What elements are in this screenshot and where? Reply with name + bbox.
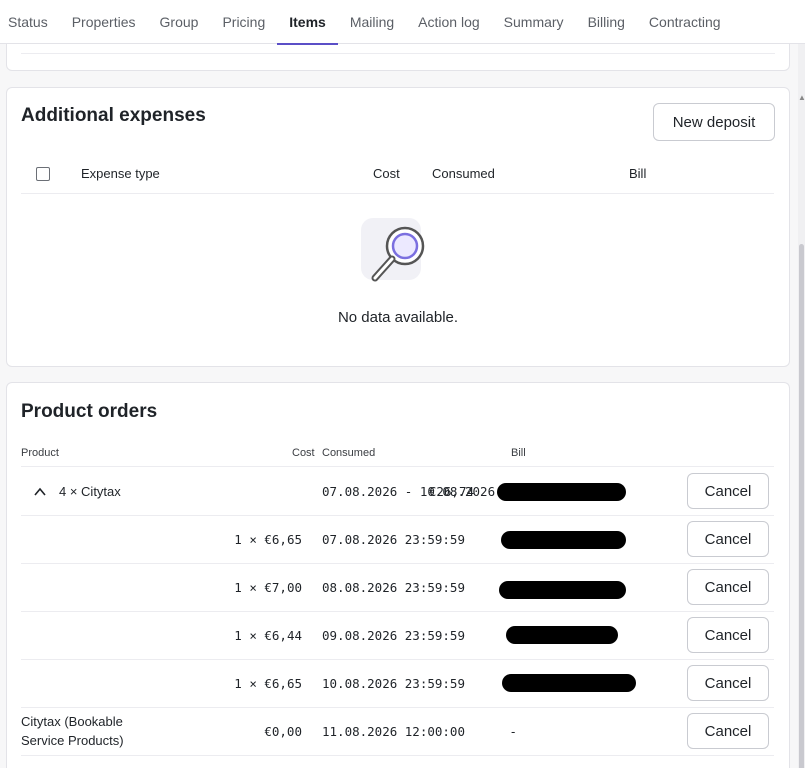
consumed-value: 08.08.2026 23:59:59 [322, 580, 465, 595]
column-bill: Bill [511, 447, 526, 459]
new-deposit-button[interactable]: New deposit [653, 103, 775, 141]
table-row: Citytax (Bookable Service Products) €0,0… [21, 708, 774, 756]
bill-value: - [511, 724, 516, 739]
table-row: 1 × €7,00 08.08.2026 23:59:59 Cancel [21, 564, 774, 612]
tab-mailing[interactable]: Mailing [338, 0, 406, 44]
consumed-value: 07.08.2026 23:59:59 [322, 532, 465, 547]
tab-items[interactable]: Items [277, 0, 338, 45]
table-row: 1 × €6,65 10.08.2026 23:59:59 Cancel [21, 660, 774, 708]
bill-redacted [499, 581, 626, 599]
additional-expenses-card: Additional expenses New deposit Expense … [6, 87, 790, 367]
empty-state-text: No data available. [337, 309, 459, 326]
table-row: 1 × €6,65 07.08.2026 23:59:59 Cancel [21, 516, 774, 564]
cost-value: 1 × €7,00 [234, 580, 302, 595]
cancel-button[interactable]: Cancel [687, 569, 769, 605]
tab-billing[interactable]: Billing [576, 0, 637, 44]
column-consumed[interactable]: Consumed [432, 166, 495, 181]
cancel-button[interactable]: Cancel [687, 617, 769, 653]
product-name-line2: Service Products) [21, 733, 124, 748]
column-cost: Cost [292, 447, 315, 459]
consumed-value: 11.08.2026 12:00:00 [322, 724, 465, 739]
section-title: Product orders [21, 401, 158, 422]
product-orders-card: Product orders Product Cost Consumed Bil… [6, 382, 790, 768]
orders-table-header: Product Cost Consumed Bill [21, 441, 774, 467]
cost-value: 1 × €6,65 [234, 676, 302, 691]
tab-bar: Status Properties Group Pricing Items Ma… [0, 0, 805, 45]
scroll-thumb[interactable] [799, 244, 804, 768]
tab-summary[interactable]: Summary [492, 0, 576, 44]
column-expense-type[interactable]: Expense type [81, 166, 160, 181]
scroll-up-icon[interactable]: ▲ [798, 93, 805, 103]
bill-redacted [501, 531, 626, 549]
cancel-button[interactable]: Cancel [687, 713, 769, 749]
column-bill[interactable]: Bill [629, 166, 646, 181]
tab-group[interactable]: Group [148, 0, 211, 44]
page-scrollbar[interactable]: ▲ [798, 44, 805, 768]
column-cost[interactable]: Cost [373, 166, 400, 181]
product-name-line1: Citytax (Bookable [21, 714, 123, 729]
product-name: 4 × Citytax [59, 484, 121, 499]
cancel-button[interactable]: Cancel [687, 665, 769, 701]
section-title: Additional expenses [21, 105, 206, 126]
table-row: 1 × €6,44 09.08.2026 23:59:59 Cancel [21, 612, 774, 660]
cost-value: 1 × €6,65 [234, 532, 302, 547]
select-all-checkbox[interactable] [36, 167, 50, 181]
cancel-button[interactable]: Cancel [687, 473, 769, 509]
consumed-value: 07.08.2026 - 10.08.2026 [322, 484, 496, 499]
column-consumed: Consumed [322, 447, 376, 459]
tab-pricing[interactable]: Pricing [210, 0, 277, 44]
expenses-table-header: Expense type Cost Consumed Bill [21, 154, 774, 194]
bill-redacted [502, 674, 636, 692]
divider [21, 53, 775, 54]
table-row: 4 × Citytax €26,74 07.08.2026 - 10.08.20… [21, 468, 774, 516]
tab-properties[interactable]: Properties [60, 0, 148, 44]
tab-contracting[interactable]: Contracting [637, 0, 733, 44]
bill-redacted [506, 626, 618, 644]
cost-value: €0,00 [264, 724, 302, 739]
bill-redacted [497, 483, 626, 501]
cancel-button[interactable]: Cancel [687, 521, 769, 557]
tab-status[interactable]: Status [0, 0, 60, 44]
column-product: Product [21, 447, 59, 459]
consumed-value: 10.08.2026 23:59:59 [322, 676, 465, 691]
magnifier-icon [361, 218, 425, 282]
cost-value: 1 × €6,44 [234, 628, 302, 643]
tab-action-log[interactable]: Action log [406, 0, 491, 44]
chevron-up-icon[interactable] [33, 485, 47, 499]
consumed-value: 09.08.2026 23:59:59 [322, 628, 465, 643]
